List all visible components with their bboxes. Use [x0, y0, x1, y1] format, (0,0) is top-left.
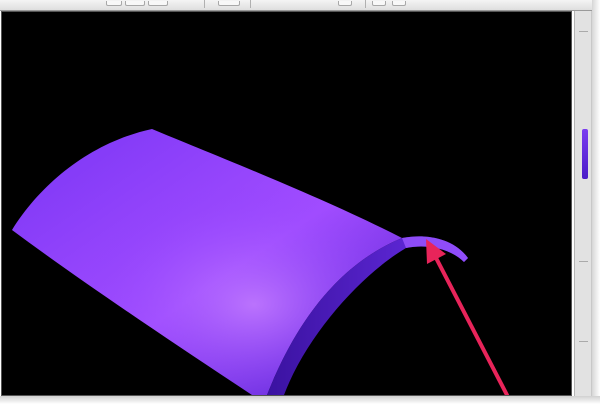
toolbar-button[interactable]: [392, 1, 406, 6]
toolbar-separator: [204, 0, 205, 8]
panel-divider: [579, 341, 588, 342]
page-shadow: [592, 0, 600, 404]
toolbar-button[interactable]: [106, 1, 122, 6]
page-shadow: [0, 396, 600, 404]
material-swatch-icon[interactable]: [582, 129, 588, 179]
viewport-canvas: [12, 129, 509, 395]
annotation-arrow-icon: [426, 239, 509, 395]
3d-viewport[interactable]: [1, 11, 572, 396]
panel-divider: [579, 261, 588, 262]
toolbar-button[interactable]: [338, 1, 352, 6]
toolbar-button[interactable]: [125, 1, 145, 6]
toolbar-separator: [365, 0, 366, 8]
toolbar-button[interactable]: [372, 1, 386, 6]
toolbar-button[interactable]: [218, 1, 240, 6]
toolbar-separator: [250, 0, 251, 8]
panel-divider: [579, 31, 588, 32]
app-window: [0, 0, 600, 404]
toolbar-button[interactable]: [148, 1, 168, 6]
curved-shell-highlight: [12, 129, 402, 395]
toolbar: [0, 0, 592, 11]
side-panel[interactable]: [574, 11, 592, 396]
